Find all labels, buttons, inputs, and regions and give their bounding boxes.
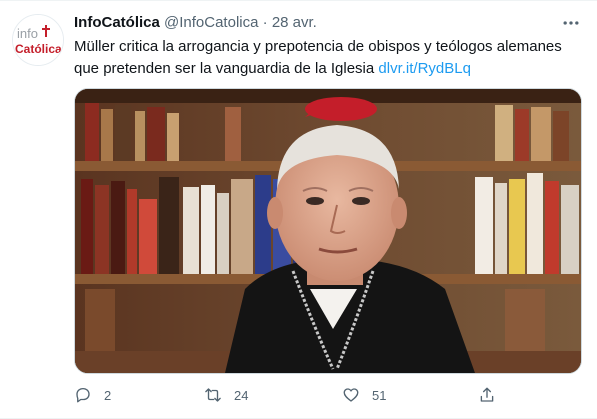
reply-count: 2 [104,387,112,403]
tweet-body: Müller critica la arrogancia y prepotenc… [74,38,562,77]
share-icon [480,387,494,402]
svg-text:info: info [17,26,38,41]
tweet-card[interactable]: info Católica InfoCatólica @InfoCatolica… [0,0,597,419]
tweet-link[interactable]: dlvr.it/RydBLq [378,60,471,77]
display-name[interactable]: InfoCatólica [74,14,160,31]
like-button[interactable]: 51 [342,383,386,407]
more-button[interactable] [560,12,582,34]
heart-icon [343,388,359,402]
svg-text:Católica: Católica [15,42,62,56]
share-button[interactable] [478,383,508,407]
tweet-text: Müller critica la arrogancia y prepotenc… [74,36,586,80]
reply-icon [76,387,90,403]
user-handle[interactable]: @InfoCatolica [164,14,258,31]
like-count: 51 [372,387,387,403]
tweet-actions: 2 24 51 [74,383,580,407]
retweet-count: 24 [234,387,249,403]
more-dots-icon [563,21,579,25]
reply-button[interactable]: 2 [74,383,111,407]
retweet-icon [205,388,221,402]
cardinal-photo [75,89,581,373]
tweet-media[interactable] [74,88,582,374]
divider [0,0,597,1]
avatar[interactable]: info Católica [12,14,64,66]
infocatolica-logo: info Católica [13,15,63,65]
tweet-date[interactable]: 28 avr. [272,14,317,31]
retweet-button[interactable]: 24 [204,383,248,407]
tweet-header: InfoCatólica @InfoCatolica · 28 avr. [74,12,317,34]
separator: · [262,14,268,31]
